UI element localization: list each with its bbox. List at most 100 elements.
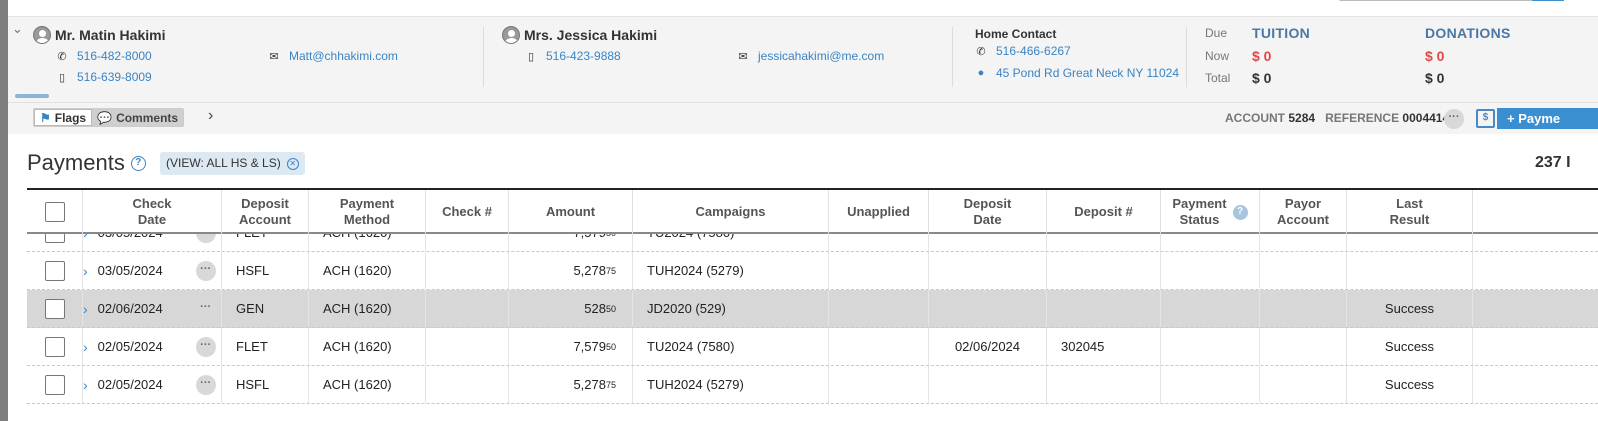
envelope-icon: ✉: [269, 50, 279, 63]
payment-method-cell: ACH (1620): [309, 366, 426, 403]
campaign-cell: JD2020 (529): [633, 290, 829, 327]
flag-icon: ⚑: [40, 110, 51, 125]
invoice-icon[interactable]: $: [1476, 109, 1495, 128]
select-all-checkbox[interactable]: [44, 202, 65, 222]
col-payment-status[interactable]: Payment Status ?: [1161, 190, 1260, 234]
family-header: ⌄ Mr. Matin Hakimi ✆ 516-482-8000 ▯ 516-…: [8, 17, 1598, 103]
top-search-input[interactable]: [1338, 0, 1533, 1]
due-label: Due: [1205, 26, 1228, 40]
parent-2-name: Mrs. Jessica Hakimi: [502, 26, 657, 44]
last-result-cell: Success: [1347, 366, 1473, 403]
row-more-options-icon[interactable]: ···: [195, 260, 216, 281]
home-phone: ✆ 516-466-6267: [976, 44, 1071, 58]
expand-chevron-icon[interactable]: ›: [83, 263, 88, 279]
deposit-date-cell: [929, 366, 1047, 403]
avatar-icon: [502, 26, 520, 44]
col-check-number[interactable]: Check #: [426, 190, 509, 234]
check-number-cell: [426, 366, 509, 403]
collapse-chevron-icon[interactable]: ⌄: [12, 21, 23, 37]
deposit-account-cell: FLET: [222, 328, 309, 365]
chevron-right-icon[interactable]: ›: [208, 107, 213, 125]
view-filter-chip[interactable]: (VIEW: ALL HS & LS) ✕: [160, 152, 305, 175]
campaign-cell: TUH2024 (5279): [633, 366, 829, 403]
expand-chevron-icon[interactable]: ›: [83, 339, 88, 355]
table-row[interactable]: › 03/05/2024 ··· HSFL ACH (1620) 5,278 75 TUH20…: [27, 252, 1598, 290]
row-checkbox[interactable]: [44, 298, 65, 319]
check-number-cell: [426, 252, 509, 289]
phone-icon: ✆: [57, 50, 67, 63]
add-payment-button[interactable]: + Payme: [1497, 108, 1598, 129]
campaign-cell: TU2024 (7580): [633, 328, 829, 365]
check-number-cell: [426, 328, 509, 365]
amount-cell: 5,278 75: [509, 252, 633, 289]
col-deposit-date[interactable]: Deposit Date: [929, 190, 1047, 234]
payments-count: 237 I: [1535, 154, 1571, 171]
col-deposit-number[interactable]: Deposit #: [1047, 190, 1161, 234]
row-more-options-icon[interactable]: ···: [195, 298, 216, 319]
row-more-options-icon[interactable]: ···: [195, 336, 216, 357]
deposit-date-cell: 02/06/2024: [929, 328, 1047, 365]
col-campaigns[interactable]: Campaigns: [633, 190, 829, 234]
payor-account-cell: [1260, 252, 1347, 289]
row-checkbox[interactable]: [44, 260, 65, 281]
col-unapplied[interactable]: Unapplied: [829, 190, 929, 234]
now-label: Now: [1205, 49, 1230, 63]
col-payor-account[interactable]: Payor Account: [1260, 190, 1347, 234]
tuition-total-value: $ 0: [1252, 70, 1272, 86]
top-search-button[interactable]: [1532, 0, 1564, 1]
check-number-cell: [426, 290, 509, 327]
parent-1-mobile-phone: ▯ 516-639-8009: [56, 70, 152, 84]
col-last-result[interactable]: Last Result: [1347, 190, 1473, 234]
row-more-options-icon[interactable]: ···: [195, 374, 216, 395]
check-date-cell: › 02/05/2024 ···: [83, 366, 222, 403]
amount-cell: 528 50: [509, 290, 633, 327]
total-label: Total: [1205, 71, 1231, 85]
table-row[interactable]: › 02/05/2024 ··· HSFL ACH (1620) 5,278 75 TUH20…: [27, 366, 1598, 404]
comments-tab[interactable]: 💬 Comments: [92, 109, 184, 126]
row-checkbox[interactable]: [44, 336, 65, 357]
tuition-heading: TUITION: [1252, 25, 1311, 41]
flags-tab[interactable]: ⚑ Flags: [34, 109, 93, 126]
select-all-cell: [27, 190, 83, 234]
table-header: Check Date Deposit Account Payment Method C…: [27, 188, 1598, 234]
close-icon[interactable]: ✕: [286, 157, 299, 170]
deposit-number-cell: [1047, 290, 1161, 327]
amount-cell: 7,57950: [509, 328, 633, 365]
home-address: ● 45 Pond Rd Great Neck NY 11024: [975, 66, 1179, 80]
unapplied-cell: [829, 366, 929, 403]
amount-cell: 5,278 75: [509, 366, 633, 403]
mobile-phone-icon: ▯: [58, 71, 66, 84]
payment-status-cell: [1161, 252, 1260, 289]
expand-chevron-icon[interactable]: ›: [83, 301, 88, 317]
envelope-icon: ✉: [738, 50, 748, 63]
parent-2-mobile-phone: ▯ 516-423-9888: [525, 49, 621, 63]
col-deposit-account[interactable]: Deposit Account: [222, 190, 309, 234]
deposit-number-cell: [1047, 252, 1161, 289]
campaign-cell: TUH2024 (5279): [633, 252, 829, 289]
payment-status-cell: [1161, 290, 1260, 327]
help-icon[interactable]: ?: [130, 155, 146, 171]
table-row[interactable]: › 02/05/2024 ··· FLET ACH (1620) 7,579 50 TU202…: [27, 328, 1598, 366]
row-checkbox[interactable]: [44, 374, 65, 395]
col-payment-method[interactable]: Payment Method: [309, 190, 426, 234]
check-date-cell: › 02/06/2024 ···: [83, 290, 222, 327]
col-check-date[interactable]: Check Date: [83, 190, 222, 234]
divider: [952, 27, 953, 87]
col-amount[interactable]: Amount: [509, 190, 633, 234]
row-select-cell: [27, 290, 83, 327]
help-icon[interactable]: ?: [1232, 204, 1248, 220]
payment-method-cell: ACH (1620): [309, 328, 426, 365]
table-row[interactable]: › 02/06/2024 ··· GEN ACH (1620) 528 50 JD2020 (…: [27, 290, 1598, 328]
row-select-cell: [27, 328, 83, 365]
deposit-account-cell: GEN: [222, 290, 309, 327]
left-rail: [0, 0, 8, 421]
map-pin-icon: ●: [977, 67, 985, 79]
payor-account-cell: [1260, 366, 1347, 403]
mobile-phone-icon: ▯: [527, 50, 535, 63]
more-options-icon[interactable]: ···: [1444, 109, 1464, 129]
expand-chevron-icon[interactable]: ›: [83, 377, 88, 393]
flags-toolbar: ⚑ Flags 💬 Comments › ACCOUNT 5284 REFERE…: [8, 103, 1598, 134]
tuition-now-value: $ 0: [1252, 48, 1272, 64]
resize-handle[interactable]: [15, 94, 49, 98]
payor-account-cell: [1260, 290, 1347, 327]
